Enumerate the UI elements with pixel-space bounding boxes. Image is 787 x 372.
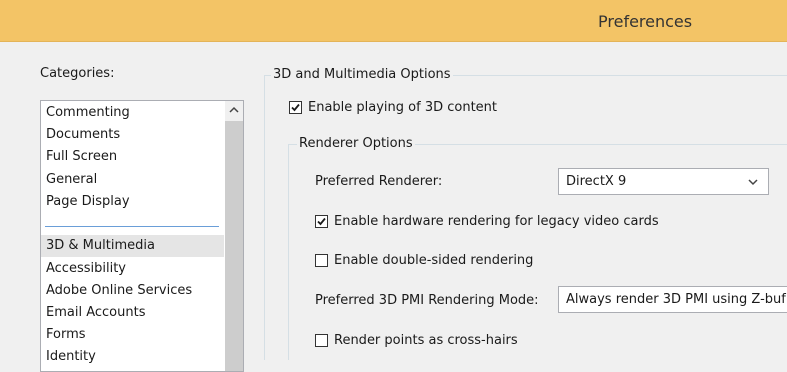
category-item-3d-multimedia[interactable]: 3D & Multimedia [41, 235, 224, 257]
crosshairs-label: Render points as cross-hairs [334, 333, 518, 348]
double-sided-box [315, 254, 328, 267]
category-separator [45, 226, 219, 227]
window-title: Preferences [598, 12, 693, 31]
checkmark-icon [291, 103, 300, 112]
pmi-mode-label: Preferred 3D PMI Rendering Mode: [315, 293, 539, 308]
preferred-renderer-value: DirectX 9 [566, 174, 627, 189]
category-item-documents[interactable]: Documents [46, 127, 120, 142]
preferred-renderer-label: Preferred Renderer: [315, 174, 443, 189]
window-titlebar: Preferences [0, 0, 787, 42]
pmi-mode-value: Always render 3D PMI using Z-buf [566, 292, 786, 307]
enable-3d-checkbox[interactable]: Enable playing of 3D content [289, 100, 497, 115]
renderer-options-title: Renderer Options [297, 136, 415, 151]
category-item-page-display[interactable]: Page Display [46, 194, 130, 209]
double-sided-label: Enable double-sided rendering [334, 253, 534, 268]
pmi-mode-select[interactable]: Always render 3D PMI using Z-buf [558, 286, 787, 313]
enable-3d-label: Enable playing of 3D content [308, 100, 498, 115]
scrollbar-thumb[interactable] [225, 121, 243, 371]
category-item-accessibility[interactable]: Accessibility [46, 261, 126, 276]
crosshairs-box [315, 334, 328, 347]
preferred-renderer-select[interactable]: DirectX 9 [558, 168, 769, 195]
category-item-adobe-online-services[interactable]: Adobe Online Services [46, 283, 192, 298]
category-item-general[interactable]: General [46, 172, 97, 187]
chevron-up-icon[interactable] [225, 101, 243, 121]
hardware-rendering-checkbox[interactable]: Enable hardware rendering for legacy vid… [315, 214, 659, 229]
section-title: 3D and Multimedia Options [271, 67, 453, 82]
enable-3d-box [289, 101, 302, 114]
categories-scrollbar[interactable] [225, 101, 243, 371]
hardware-rendering-label: Enable hardware rendering for legacy vid… [334, 214, 659, 229]
checkmark-icon [317, 217, 326, 226]
category-item-full-screen[interactable]: Full Screen [46, 149, 117, 164]
category-item-commenting[interactable]: Commenting [46, 105, 130, 120]
crosshairs-checkbox[interactable]: Render points as cross-hairs [315, 333, 518, 348]
hardware-rendering-box [315, 215, 328, 228]
category-item-identity[interactable]: Identity [46, 349, 96, 364]
double-sided-checkbox[interactable]: Enable double-sided rendering [315, 253, 533, 268]
chevron-down-icon [748, 175, 758, 190]
categories-label: Categories: [40, 66, 115, 81]
categories-list[interactable]: Commenting Documents Full Screen General… [40, 100, 244, 372]
category-item-email-accounts[interactable]: Email Accounts [46, 305, 145, 320]
category-item-forms[interactable]: Forms [46, 327, 86, 342]
